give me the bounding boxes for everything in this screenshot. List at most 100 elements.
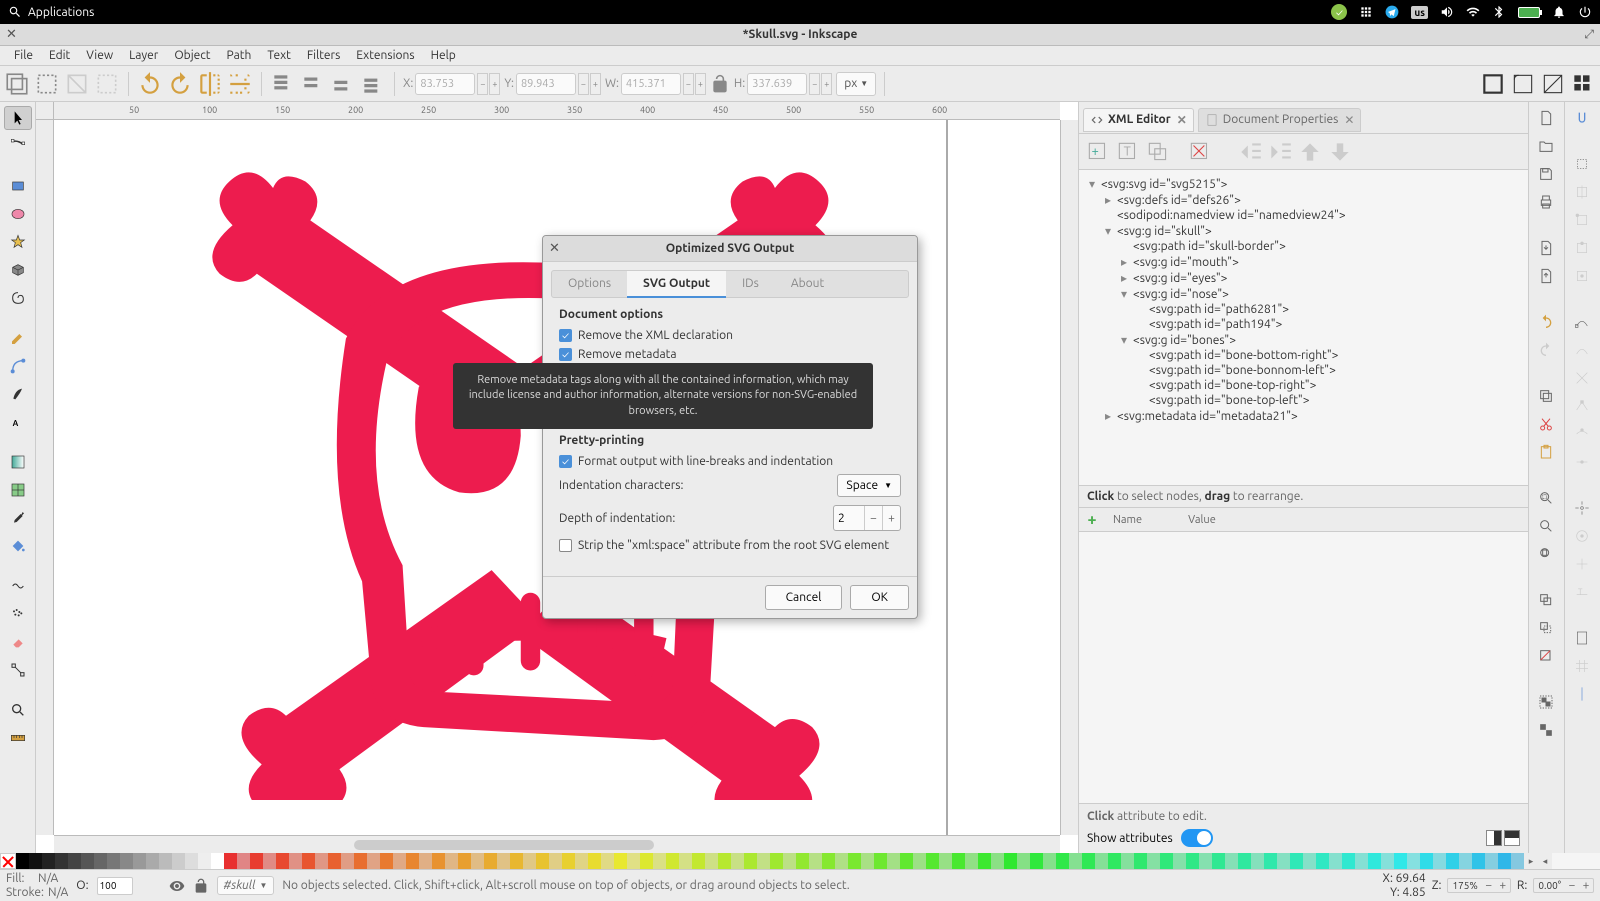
h-increment[interactable]: + xyxy=(821,73,832,95)
color-swatch[interactable] xyxy=(705,853,718,869)
color-swatch[interactable] xyxy=(263,853,276,869)
color-swatch[interactable] xyxy=(289,853,302,869)
xml-node[interactable]: ▾<svg:g id="nose"> xyxy=(1087,286,1520,302)
color-swatch[interactable] xyxy=(601,853,614,869)
color-swatch[interactable] xyxy=(185,853,198,869)
color-swatch[interactable] xyxy=(861,853,874,869)
palette-scroll-right[interactable]: ▸ xyxy=(1524,853,1538,869)
slack-icon[interactable] xyxy=(1359,5,1373,19)
raise-icon[interactable] xyxy=(300,71,326,97)
color-swatch[interactable] xyxy=(1017,853,1030,869)
color-swatch[interactable] xyxy=(666,853,679,869)
w-input[interactable] xyxy=(621,73,681,95)
new-document-icon[interactable] xyxy=(1532,106,1560,130)
star-tool[interactable] xyxy=(4,230,32,254)
tab-ids[interactable]: IDs xyxy=(726,271,775,297)
color-swatch[interactable] xyxy=(1420,853,1433,869)
depth-increment[interactable]: + xyxy=(882,506,900,530)
color-swatch[interactable] xyxy=(94,853,107,869)
paste-icon[interactable] xyxy=(1532,440,1560,464)
color-swatch[interactable] xyxy=(770,853,783,869)
mesh-tool[interactable] xyxy=(4,478,32,502)
w-increment[interactable]: + xyxy=(695,73,706,95)
import-icon[interactable] xyxy=(1532,236,1560,260)
xml-node[interactable]: ▸<svg:g id="mouth"> xyxy=(1087,254,1520,270)
color-swatch[interactable] xyxy=(1134,853,1147,869)
window-maximize-button[interactable]: ⤢ xyxy=(1584,28,1594,42)
color-swatch[interactable] xyxy=(640,853,653,869)
raise-top-icon[interactable] xyxy=(270,71,296,97)
rotation-control[interactable]: 0.00° − + xyxy=(1533,878,1594,893)
rotate-ccw-icon[interactable] xyxy=(137,71,163,97)
ok-button[interactable]: OK xyxy=(850,585,909,610)
menu-view[interactable]: View xyxy=(78,47,121,64)
xml-editor-tab[interactable]: XML Editor✕ xyxy=(1083,108,1194,132)
color-swatch[interactable] xyxy=(1498,853,1511,869)
move-down-icon[interactable] xyxy=(1327,139,1353,165)
lock-aspect-icon[interactable] xyxy=(710,74,730,94)
duplicate-node-icon[interactable] xyxy=(1145,139,1171,165)
fill-stroke-indicator[interactable]: Fill: N/A Stroke:N/A xyxy=(6,872,68,898)
color-swatch[interactable] xyxy=(614,853,627,869)
bluetooth-icon[interactable] xyxy=(1492,5,1506,19)
select-all-layers-icon[interactable] xyxy=(4,71,30,97)
eraser-tool[interactable] xyxy=(4,630,32,654)
transform-move-gradients-icon[interactable] xyxy=(1540,71,1566,97)
color-swatch[interactable] xyxy=(523,853,536,869)
text-tool[interactable]: A xyxy=(4,410,32,434)
toggle-selection-icon[interactable] xyxy=(94,71,120,97)
power-icon[interactable] xyxy=(1578,5,1592,19)
depth-spinner[interactable]: − + xyxy=(833,505,901,531)
color-swatch[interactable] xyxy=(991,853,1004,869)
add-attribute-button[interactable]: + xyxy=(1079,511,1105,529)
connector-tool[interactable] xyxy=(4,658,32,682)
snap-bbox-icon[interactable] xyxy=(1568,152,1596,176)
color-swatch[interactable] xyxy=(81,853,94,869)
snap-bbox-edge-icon[interactable] xyxy=(1568,180,1596,204)
color-swatch[interactable] xyxy=(1511,853,1524,869)
color-swatch[interactable] xyxy=(406,853,419,869)
zoom-in-button[interactable]: + xyxy=(1496,879,1510,892)
lower-bottom-icon[interactable] xyxy=(360,71,386,97)
color-swatch[interactable] xyxy=(1121,853,1134,869)
layer-lock-icon[interactable] xyxy=(193,878,209,894)
color-swatch[interactable] xyxy=(1264,853,1277,869)
snap-guide-icon[interactable] xyxy=(1568,682,1596,706)
xml-node[interactable]: <svg:path id="bone-bonnom-left"> xyxy=(1087,363,1520,378)
ruler-horizontal[interactable]: 50100150200250300350400450500550600 xyxy=(54,102,1060,120)
dialog-close-button[interactable]: ✕ xyxy=(549,241,560,256)
chk-remove-xml-declaration[interactable] xyxy=(559,329,572,342)
delete-node-icon[interactable] xyxy=(1187,139,1213,165)
rotation-dec-button[interactable]: − xyxy=(1565,879,1579,892)
y-increment[interactable]: + xyxy=(590,73,601,95)
chk-strip-xmlspace[interactable] xyxy=(559,539,572,552)
tab-svg-output[interactable]: SVG Output xyxy=(627,271,726,298)
menu-path[interactable]: Path xyxy=(219,47,260,64)
color-swatch[interactable] xyxy=(718,853,731,869)
show-attributes-toggle[interactable] xyxy=(1181,829,1213,847)
snap-bbox-corner-icon[interactable] xyxy=(1568,208,1596,232)
open-document-icon[interactable] xyxy=(1532,134,1560,158)
color-swatch[interactable] xyxy=(809,853,822,869)
snap-others-icon[interactable] xyxy=(1568,496,1596,520)
color-swatch[interactable] xyxy=(172,853,185,869)
x-decrement[interactable]: − xyxy=(477,73,488,95)
xml-node[interactable]: <sodipodi:namedview id="namedview24"> xyxy=(1087,208,1520,223)
snap-intersection-icon[interactable] xyxy=(1568,366,1596,390)
color-swatch[interactable] xyxy=(1030,853,1043,869)
layout-vertical-icon[interactable] xyxy=(1504,830,1520,846)
transform-move-patterns-icon[interactable] xyxy=(1570,71,1596,97)
rotate-cw-icon[interactable] xyxy=(167,71,193,97)
y-decrement[interactable]: − xyxy=(578,73,589,95)
color-swatch[interactable] xyxy=(1251,853,1264,869)
volume-icon[interactable] xyxy=(1440,5,1454,19)
snap-bbox-midpoint-icon[interactable] xyxy=(1568,236,1596,260)
color-swatch[interactable] xyxy=(68,853,81,869)
color-swatch[interactable] xyxy=(237,853,250,869)
color-swatch[interactable] xyxy=(536,853,549,869)
depth-input[interactable] xyxy=(834,508,864,529)
xml-node[interactable]: ▾<svg:g id="bones"> xyxy=(1087,332,1520,348)
zoom-page-icon[interactable] xyxy=(1532,542,1560,566)
flip-h-icon[interactable] xyxy=(197,71,223,97)
snap-line-midpoint-icon[interactable] xyxy=(1568,450,1596,474)
